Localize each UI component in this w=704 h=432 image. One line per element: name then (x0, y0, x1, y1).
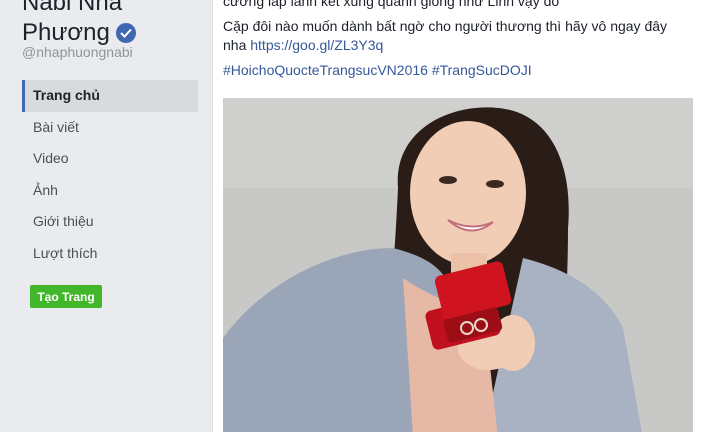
nav-item-about[interactable]: Giới thiệu (22, 206, 198, 238)
nav-item-posts[interactable]: Bài viết (22, 112, 198, 144)
page-name[interactable]: Nabi Nhã Phương (22, 0, 136, 48)
page-sidebar: Nabi Nhã Phương @nhaphuongnabi Trang chủ… (0, 0, 212, 432)
page-name-line1[interactable]: Nabi Nhã (22, 0, 136, 18)
post-line-1: cương lấp lánh kết xung quanh giống như … (223, 0, 560, 9)
nav-item-videos[interactable]: Video (22, 143, 198, 175)
nav-item-home[interactable]: Trang chủ (22, 80, 198, 112)
verified-badge-icon (115, 23, 136, 43)
page-username[interactable]: @nhaphuongnabi (22, 44, 133, 60)
post-card: cương lấp lánh kết xung quanh giống như … (212, 0, 704, 432)
post-text: cương lấp lánh kết xung quanh giống như … (223, 0, 694, 86)
nav-item-likes[interactable]: Lượt thích (22, 238, 198, 270)
post-hashtags[interactable]: #HoichoQuocteTrangsucVN2016 #TrangSucDOJ… (223, 61, 694, 80)
page-nav: Trang chủ Bài viết Video Ảnh Giới thiệu … (22, 80, 198, 269)
photo-illustration (223, 98, 693, 432)
create-page-button[interactable]: Tạo Trang (30, 285, 102, 308)
post-photo[interactable] (223, 98, 693, 432)
nav-item-photos[interactable]: Ảnh (22, 175, 198, 207)
post-link[interactable]: https://goo.gl/ZL3Y3q (250, 37, 383, 53)
